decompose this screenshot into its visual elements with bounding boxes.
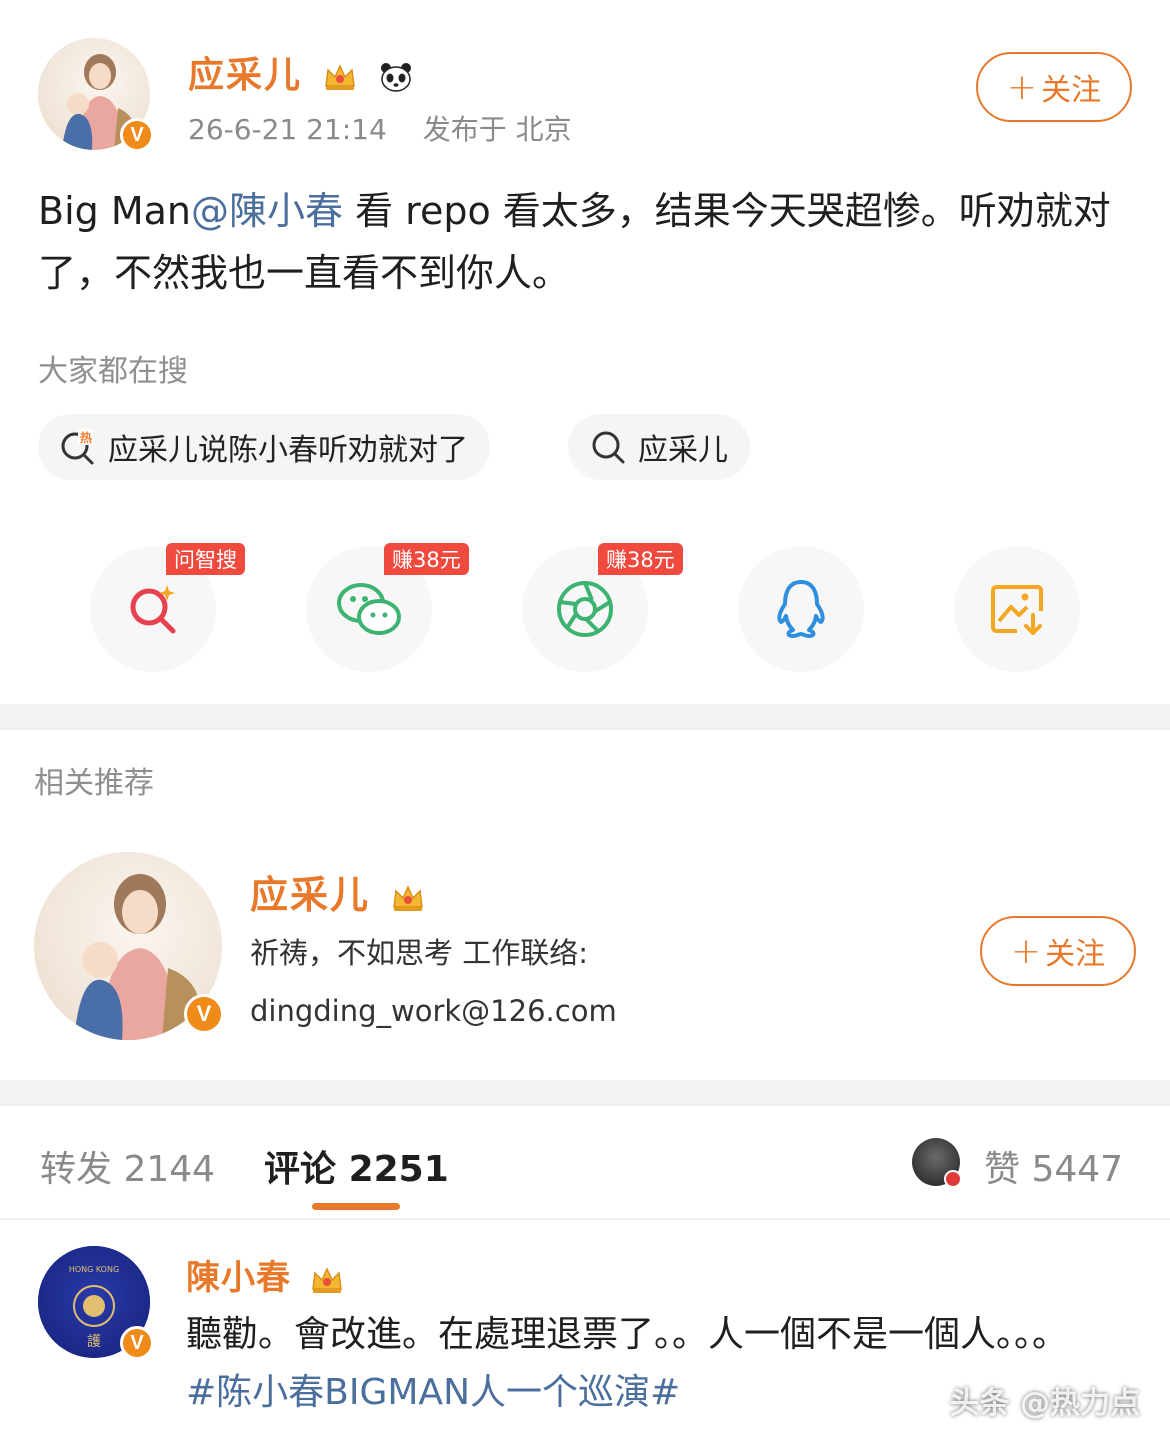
mention-link[interactable]: @陳小春: [191, 189, 343, 233]
verified-badge-icon: V: [120, 118, 154, 152]
commenter-name[interactable]: 陳小春: [186, 1250, 344, 1299]
share-qq-button[interactable]: [738, 546, 864, 672]
verified-badge-icon: V: [184, 994, 224, 1034]
recommend-follow-button[interactable]: + 关注: [980, 916, 1136, 986]
svg-text:HONG KONG: HONG KONG: [69, 1265, 119, 1274]
recommend-avatar[interactable]: V: [34, 852, 224, 1040]
watermark: 头条 @热力点: [949, 1386, 1140, 1421]
hot-search-icon: 热: [61, 429, 94, 465]
plus-icon: +: [1010, 930, 1042, 972]
tab-like[interactable]: 赞 5447: [984, 1140, 1123, 1192]
crown-icon: [311, 1266, 342, 1293]
share-tag-moments: 赚38元: [598, 543, 683, 575]
tab-repost[interactable]: 转发 2144: [40, 1140, 215, 1192]
save-image-icon: [991, 585, 1043, 635]
share-tag-wechat: 赚38元: [384, 543, 469, 575]
tab-comment[interactable]: 评论 2251: [264, 1140, 449, 1192]
search-suggestion-2[interactable]: 应采儿: [568, 414, 750, 480]
plus-icon: +: [1006, 66, 1038, 108]
author-avatar[interactable]: V: [38, 38, 154, 152]
liker-avatar: [912, 1138, 962, 1188]
recommend-description: 祈祷，不如思考 工作联络: dingding_work@126.com: [250, 936, 617, 1028]
moments-icon: [557, 581, 613, 637]
recommend-name[interactable]: 应采儿: [250, 864, 425, 919]
related-recommend-title: 相关推荐: [34, 766, 154, 801]
ai-search-icon: [130, 585, 176, 634]
share-save-image-button[interactable]: [954, 546, 1080, 672]
follow-button[interactable]: + 关注: [976, 52, 1132, 122]
post-meta: 26-6-21 21:14 发布于 北京: [188, 108, 572, 148]
post-location: 发布于 北京: [422, 113, 572, 146]
crown-icon: [393, 884, 424, 911]
hashtag-link[interactable]: #陈小春BIGMAN人一个巡演#: [186, 1372, 680, 1413]
active-tab-indicator: [312, 1203, 400, 1210]
search-suggestion-1[interactable]: 热 应采儿说陈小春听劝就对了: [38, 414, 490, 480]
section-divider: [0, 1080, 1170, 1106]
trending-search-title: 大家都在搜: [38, 354, 188, 389]
section-divider: [0, 704, 1170, 730]
svg-text:热: 热: [80, 430, 92, 445]
wechat-icon: [337, 583, 401, 635]
search-icon: [592, 431, 625, 464]
commenter-avatar[interactable]: HONG KONG 護 V: [38, 1246, 154, 1360]
post-body: Big Man@陳小春 看 repo 看太多，结果今天哭超惨。听劝就对了，不然我…: [38, 189, 1111, 295]
svg-text:護: 護: [87, 1334, 101, 1350]
post-timestamp: 26-6-21 21:14: [188, 113, 387, 146]
panda-icon: [381, 63, 412, 92]
share-tag-ai: 问智搜: [166, 543, 245, 575]
tab-divider: [0, 1218, 1170, 1220]
qq-icon: [777, 580, 825, 638]
crown-icon: [324, 64, 355, 90]
post-author-name[interactable]: 应采儿: [188, 46, 415, 98]
verified-badge-icon: V: [120, 1326, 154, 1360]
